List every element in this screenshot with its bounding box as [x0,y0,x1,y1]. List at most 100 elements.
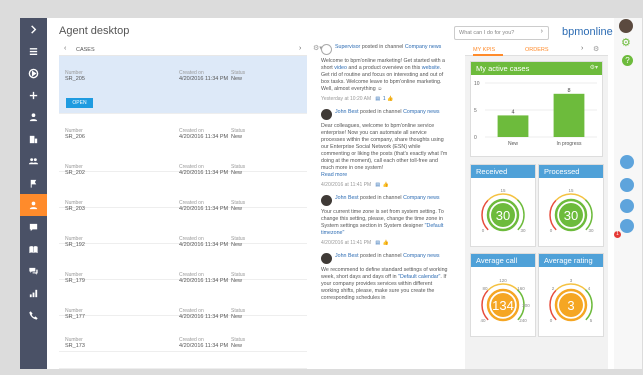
kpi-next-arrow-icon[interactable]: › [581,45,583,52]
menu-button[interactable] [20,40,47,62]
nav-contacts[interactable] [20,106,47,128]
average-rating-gauge: 3 0 5 3 2 4 [549,278,593,323]
email-icon[interactable] [620,178,634,192]
tab-orders[interactable]: ORDERS [525,47,549,53]
comment-icon[interactable]: ▤ [375,240,380,246]
case-row[interactable]: Number SR_173 Created on 4/20/2016 11:34… [59,323,307,369]
feed-post: John Best posted in channel Company news… [321,253,449,302]
comment-icon[interactable]: ▤ [375,182,380,188]
post-body: We recommend to define standard settings… [321,267,449,302]
bar-chart-icon [29,289,38,297]
post-author-link[interactable]: John Best [335,253,359,259]
plus-icon [29,91,38,99]
case-number: SR_179 [65,278,85,284]
case-status: New [231,206,243,212]
processed-gauge: 30 0 30 15 [549,188,594,233]
phone-icon [29,310,38,320]
kpi-tabs: MY KPIS ORDERS › ⚙ [465,44,608,56]
nav-feed[interactable] [20,216,47,238]
post-link[interactable]: video [334,65,347,71]
back-arrow-icon[interactable]: ‹ [64,45,66,52]
post-time: 4/20/2016 at 11:41 PM [321,182,372,188]
case-created: 4/20/2016 11:34 PM [179,343,229,349]
case-number: SR_205 [65,76,85,82]
notification-badge: 1 [614,231,621,238]
system-settings-gear-icon[interactable]: ⚙ [621,37,633,49]
x-tick-label: In progress [556,141,582,147]
chat-icon[interactable] [620,199,634,213]
avatar [321,253,332,264]
help-icon[interactable]: ? [622,55,633,66]
post-channel-link[interactable]: Company news [403,253,440,259]
nav-knowledge-base[interactable] [20,238,47,260]
like-icon[interactable]: 👍 [383,240,389,246]
flag-icon [30,179,37,188]
average-call-gauge: 134 40 240 120 80 160 200 [480,278,530,323]
post-author-link[interactable]: Supervisor [335,44,360,50]
nav-accounts[interactable] [20,128,47,150]
post-body: Your current time zone is set from syste… [321,209,449,237]
average-call-header: Average call [471,254,535,267]
add-button[interactable] [20,84,47,106]
phone-icon[interactable] [620,155,634,169]
case-created: 4/20/2016 11:34 PM [179,314,229,320]
received-header: Received [471,165,535,178]
nav-calls[interactable] [20,304,47,326]
agent-icon [29,201,38,209]
forward-arrow-icon[interactable]: › [299,45,301,52]
widget-gear-icon[interactable]: ⚙▾ [590,64,598,71]
nav-dashboards[interactable] [20,282,47,304]
nav-agent-desktop[interactable] [20,194,47,216]
post-link[interactable]: website [422,65,440,71]
post-meta: Yesterday at 10:20 AM ▤ 1 👍 [321,96,449,103]
chat-icon [29,223,38,231]
gauge-min-label: 0 [482,228,485,233]
post-time: Yesterday at 10:20 AM [321,96,372,102]
post-link[interactable]: "Default calendar" [398,274,440,280]
like-icon[interactable]: 👍 [387,96,393,102]
read-more-link[interactable]: Read more [321,172,347,178]
post-author-link[interactable]: John Best [335,195,359,201]
run-process-button[interactable] [20,62,47,84]
gauge-value-label: 30 [496,208,510,223]
case-number: SR_202 [65,170,85,176]
post-channel-link[interactable]: Company news [403,195,440,201]
avatar [321,44,332,55]
search-input[interactable]: What can I do for you? › [454,26,549,40]
gauge-max-label: 30 [588,228,594,233]
nav-activities[interactable] [20,150,47,172]
post-author-link[interactable]: John Best [335,109,359,115]
like-icon[interactable]: 👍 [383,182,389,188]
notifications-icon[interactable] [620,219,634,233]
gauge-mid-label: 15 [568,188,574,193]
gauge-max-label: 30 [520,228,526,233]
tab-my-kpis[interactable]: MY KPIS [473,47,495,53]
user-avatar[interactable] [619,19,633,33]
bar-value-label: 8 [567,88,570,94]
menu-icon [29,47,38,55]
kpi-settings-gear-icon[interactable]: ⚙ [593,45,599,53]
y-tick-label: 0 [474,135,477,141]
open-case-button[interactable]: OPEN [66,98,93,108]
collapse-nav-button[interactable] [20,18,47,40]
y-tick-label: 5 [474,108,477,114]
search-placeholder: What can I do for you? [459,30,515,36]
play-circle-icon [28,68,39,78]
active-cases-bar-chart: 0 5 10 4 New 8 In progress [474,81,597,147]
main-area: Agent desktop ‹ CASES › ⚙▾ Number SR_205… [47,18,614,369]
post-channel-link[interactable]: Company news [405,44,442,50]
case-status: New [231,343,243,349]
gauge-max-label: 5 [590,318,593,323]
left-nav [20,18,47,369]
case-row[interactable]: Number SR_205 Created on 4/20/2016 11:34… [59,56,307,114]
nav-messages[interactable] [20,260,47,282]
search-arrow-icon[interactable]: › [541,28,543,35]
gauge-max-label: 240 [519,318,527,323]
post-channel-link[interactable]: Company news [403,109,440,115]
gauge-min-label: 0 [550,318,553,323]
comment-icon[interactable]: ▤ [375,96,380,102]
nav-flags[interactable] [20,172,47,194]
like-count[interactable]: 1 [383,96,386,102]
received-gauge: 30 0 30 15 [481,188,526,233]
case-created: 4/20/2016 11:34 PM [179,134,229,140]
